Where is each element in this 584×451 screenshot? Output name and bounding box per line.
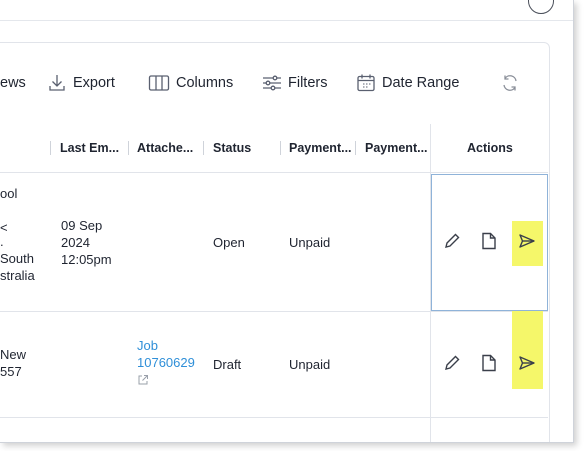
attachment-link[interactable]: Job [137,337,195,354]
document-icon [481,232,497,255]
column-header-status[interactable]: Status [213,124,251,172]
document-button[interactable] [477,353,501,377]
views-button[interactable]: ews [0,72,26,94]
attachment-cell[interactable]: Job 10760629 [137,337,195,390]
column-header-payment-1[interactable]: Payment... [289,124,352,172]
status-cell: Open [213,235,245,250]
attachment-link[interactable]: 10760629 [137,354,195,371]
columns-icon [148,74,170,92]
column-header-last-email[interactable]: Last Em... [60,124,119,172]
address-line: New [0,347,27,362]
sliders-icon [262,74,282,92]
send-button[interactable] [515,353,539,377]
send-button[interactable] [515,231,539,255]
address-line: South [0,251,34,266]
last-email-date: 09 Sep [61,218,103,233]
address-cell: ool < . South stralia [0,185,35,284]
pencil-icon [443,232,461,255]
divider [0,20,573,21]
column-divider [280,141,281,155]
download-icon [47,73,67,93]
refresh-button[interactable] [500,72,520,94]
last-email-time: 12:05pm [61,252,112,267]
export-label: Export [73,75,115,91]
edit-button[interactable] [440,231,464,255]
column-divider [355,141,356,155]
filters-button[interactable]: Filters [262,72,327,94]
address-line: 557 [0,364,22,379]
send-icon [518,233,536,254]
columns-label: Columns [176,75,234,91]
filters-label: Filters [288,75,328,91]
views-label: ews [0,75,26,91]
pencil-icon [443,354,461,377]
date-range-button[interactable]: Date Range [356,72,459,94]
calendar-icon [356,73,376,93]
external-link-icon[interactable] [137,373,195,390]
status-cell: Draft [213,357,242,372]
column-header-attachments[interactable]: Attache... [137,124,193,172]
last-email-cell: 09 Sep 2024 12:05pm [61,217,112,268]
send-icon [518,355,536,376]
payment-cell: Unpaid [289,357,331,372]
column-header-payment-2[interactable]: Payment... [365,124,428,172]
refresh-icon [500,73,520,93]
help-circle-icon[interactable] [528,0,554,14]
export-button[interactable]: Export [47,72,115,94]
send-highlight [512,311,543,389]
address-cell: New 557 [0,346,26,380]
column-divider [50,141,51,155]
date-range-label: Date Range [382,75,460,91]
document-button[interactable] [477,231,501,255]
document-icon [481,354,497,377]
payment-cell: Unpaid [289,235,331,250]
table-toolbar: ews Export Columns Filters Date Range [0,42,548,124]
column-divider [203,141,204,155]
address-line: ool [0,186,18,201]
address-line: stralia [0,268,35,283]
app-window: ews Export Columns Filters Date Range La… [0,0,574,443]
columns-button[interactable]: Columns [148,72,233,94]
edit-button[interactable] [440,353,464,377]
column-divider [128,141,129,155]
last-email-year: 2024 [61,235,90,250]
